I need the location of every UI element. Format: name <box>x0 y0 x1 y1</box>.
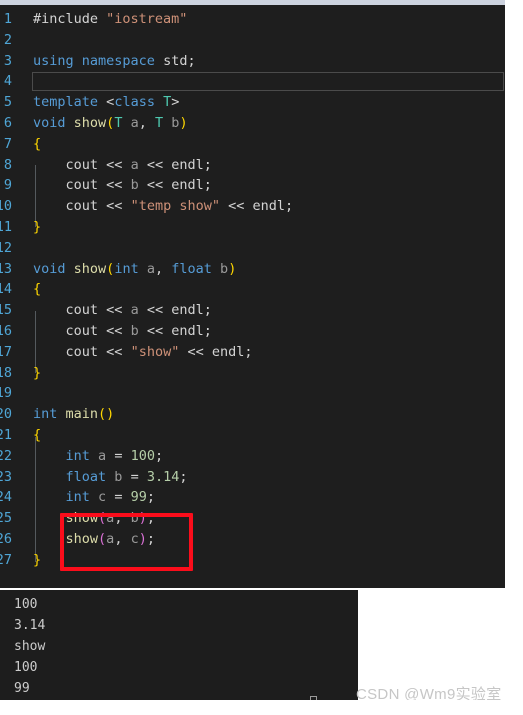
code-line[interactable]: 4 <box>0 71 505 92</box>
code-line[interactable]: 1 #include "iostream" <box>0 9 505 30</box>
code-line[interactable]: 25 show(a, b); <box>0 508 505 529</box>
code-line[interactable]: 20 int main() <box>0 404 505 425</box>
code-line-text: } <box>33 219 42 235</box>
line-number: 15 <box>0 302 12 319</box>
code-line-text: show(a, c); <box>65 531 156 547</box>
line-number: 25 <box>0 510 12 527</box>
code-line[interactable]: 16 cout << b << endl; <box>0 321 505 342</box>
editor-right-padding <box>505 5 523 588</box>
terminal-line: 3.14 <box>14 618 46 633</box>
code-line[interactable]: 5 template <class T> <box>0 92 505 113</box>
code-line[interactable]: 19 <box>0 383 505 404</box>
code-line[interactable]: 6 void show(T a, T b) <box>0 113 505 134</box>
code-line[interactable]: 9 cout << b << endl; <box>0 175 505 196</box>
line-number: 19 <box>0 385 12 402</box>
terminal-line: 100 <box>14 597 38 612</box>
line-number: 21 <box>0 427 12 443</box>
code-line-text: void show(T a, T b) <box>33 115 188 131</box>
code-line-text: cout << a << endl; <box>65 156 212 173</box>
terminal-line: 99 <box>14 681 30 696</box>
code-line[interactable]: 17 cout << "show" << endl; <box>0 342 505 363</box>
line-number: 10 <box>0 198 12 215</box>
code-editor[interactable]: 1 #include "iostream" 2 3 using namespac… <box>0 5 505 588</box>
code-line-text: cout << a << endl; <box>65 302 212 319</box>
line-number: 20 <box>0 406 12 423</box>
code-line[interactable]: 7 { <box>0 134 505 155</box>
code-line-text: int c = 99; <box>65 489 156 506</box>
line-number: 24 <box>0 489 12 506</box>
code-line[interactable]: 14 { <box>0 279 505 300</box>
line-number: 5 <box>3 94 12 111</box>
line-number: 14 <box>0 281 12 298</box>
code-line[interactable]: 21 { <box>0 425 505 446</box>
code-line-text: int a = 100; <box>65 447 164 464</box>
line-number: 12 <box>0 239 12 256</box>
line-number: 8 <box>3 156 12 173</box>
code-line-text: #include "iostream" <box>33 11 188 27</box>
terminal-output: 100 3.14 show 100 99 temp show <box>0 594 84 700</box>
line-number: 6 <box>3 115 12 131</box>
code-line[interactable]: 12 <box>0 238 505 259</box>
code-line[interactable]: 18 } <box>0 363 505 384</box>
code-line-text: } <box>33 551 42 568</box>
code-line-text: show(a, b); <box>65 510 156 527</box>
line-number: 2 <box>3 31 12 48</box>
terminal-line: 100 <box>14 660 38 675</box>
code-line-text: cout << "temp show" << endl; <box>65 198 294 215</box>
code-line-text: cout << b << endl; <box>65 323 212 339</box>
code-line-text: { <box>33 427 42 443</box>
line-number: 16 <box>0 323 12 339</box>
line-number: 4 <box>3 73 12 90</box>
code-line-text: { <box>33 135 42 152</box>
code-line[interactable]: 2 <box>0 30 505 51</box>
code-line-text: cout << "show" << endl; <box>65 343 253 360</box>
line-number: 11 <box>0 219 12 235</box>
code-line[interactable]: 13 void show(int a, float b) <box>0 259 505 280</box>
line-number: 22 <box>0 447 12 464</box>
code-line[interactable]: 3 using namespace std; <box>0 51 505 72</box>
code-line-text: } <box>33 364 42 381</box>
code-line[interactable]: 26 show(a, c); <box>0 529 505 550</box>
code-line[interactable]: 23 float b = 3.14; <box>0 467 505 488</box>
code-line-text: using namespace std; <box>33 52 196 69</box>
code-line-text: float b = 3.14; <box>65 468 188 485</box>
code-line-text: cout << b << endl; <box>65 177 212 194</box>
code-line-text: void show(int a, float b) <box>33 260 237 277</box>
line-number: 1 <box>3 11 12 27</box>
line-number: 18 <box>0 364 12 381</box>
code-line[interactable]: 22 int a = 100; <box>0 446 505 467</box>
terminal-line: show <box>14 639 46 654</box>
line-number: 9 <box>3 177 12 194</box>
code-line[interactable]: 27 } <box>0 550 505 571</box>
code-line[interactable]: 8 cout << a << endl; <box>0 155 505 176</box>
code-line-text: template <class T> <box>33 94 180 111</box>
line-number: 23 <box>0 468 12 485</box>
page-bottom-background <box>0 700 523 715</box>
code-line[interactable]: 15 cout << a << endl; <box>0 300 505 321</box>
code-line[interactable]: 10 cout << "temp show" << endl; <box>0 196 505 217</box>
code-line[interactable]: 11 } <box>0 217 505 238</box>
line-number: 3 <box>3 52 12 69</box>
line-number: 17 <box>0 343 12 360</box>
code-line-text: { <box>33 281 42 298</box>
code-line[interactable]: 24 int c = 99; <box>0 487 505 508</box>
line-number: 27 <box>0 551 12 568</box>
terminal-panel[interactable]: temp show 100 3.14 show 100 99 temp show <box>0 590 358 700</box>
line-number: 26 <box>0 531 12 547</box>
line-number: 7 <box>3 135 12 152</box>
code-line-text: int main() <box>33 406 115 423</box>
line-number: 13 <box>0 260 12 277</box>
